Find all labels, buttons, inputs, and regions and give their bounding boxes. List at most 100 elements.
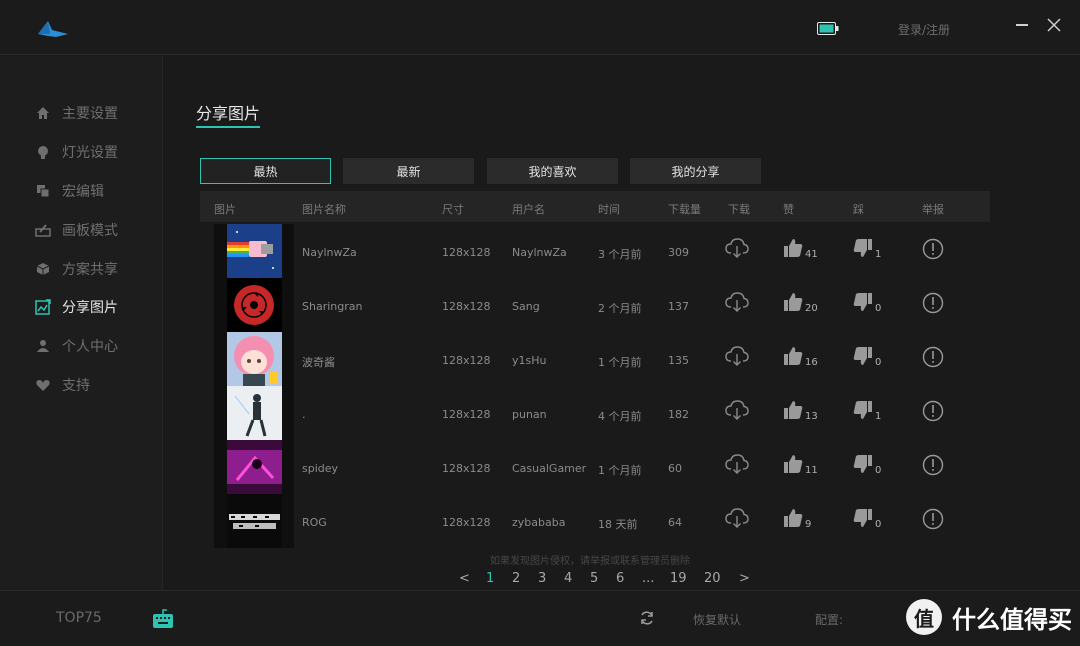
- tab-newest[interactable]: 最新: [343, 158, 474, 184]
- report-icon[interactable]: [922, 346, 944, 368]
- username: zybababa: [512, 516, 566, 529]
- thumbs-up-icon: [783, 401, 803, 424]
- pagination-prev[interactable]: <: [459, 571, 470, 586]
- upload-time: 1 个月前: [598, 464, 642, 477]
- close-icon[interactable]: [1046, 17, 1062, 33]
- dislike-count: 0: [875, 519, 882, 530]
- thumbnail-cell: [214, 494, 294, 548]
- thumbnail-cell: [214, 440, 294, 494]
- sidebar-item-support[interactable]: 支持: [34, 374, 90, 396]
- thumbnail-cell: [214, 224, 294, 278]
- image-thumbnail[interactable]: [227, 494, 282, 548]
- image-thumbnail[interactable]: [227, 386, 282, 440]
- dislike-button[interactable]: 0: [853, 454, 893, 480]
- title-bar: 登录/注册: [0, 0, 1080, 55]
- cloud-download-icon[interactable]: [725, 400, 751, 422]
- download-count: 60: [668, 462, 682, 475]
- cloud-download-icon[interactable]: [725, 346, 751, 368]
- pagination-page[interactable]: 19: [670, 571, 687, 586]
- image-name: Sharingran: [302, 300, 363, 313]
- thumbs-up-icon: [783, 455, 803, 478]
- column-header-download: 下载: [728, 203, 750, 216]
- thumbs-down-icon: [853, 455, 873, 478]
- report-icon[interactable]: [922, 454, 944, 476]
- device-name: TOP75: [56, 610, 102, 626]
- table-row: spidey 128x128 CasualGamer 1 个月前 60 11 0: [200, 440, 990, 494]
- report-icon[interactable]: [922, 508, 944, 530]
- minimize-icon[interactable]: [1016, 14, 1030, 34]
- username: CasualGamer: [512, 462, 587, 475]
- user-icon: [34, 337, 52, 355]
- pagination-page[interactable]: 3: [538, 571, 546, 586]
- sidebar-item-drawing-board[interactable]: 画板模式: [34, 219, 118, 241]
- report-icon[interactable]: [922, 238, 944, 260]
- cloud-download-icon[interactable]: [725, 292, 751, 314]
- thumbs-up-icon: [783, 347, 803, 370]
- thumbs-down-icon: [853, 347, 873, 370]
- pagination-page[interactable]: 2: [512, 571, 520, 586]
- reset-default-button[interactable]: 恢复默认: [693, 611, 741, 628]
- report-icon[interactable]: [922, 400, 944, 422]
- like-button[interactable]: 41: [783, 238, 823, 264]
- sidebar-item-label: 方案共享: [62, 262, 118, 278]
- watermark-badge: 值: [906, 599, 942, 635]
- tab-hottest[interactable]: 最热: [200, 158, 331, 184]
- table-header: 图片 图片名称 尺寸 用户名 时间 下载量 下载 赞 踩 举报: [200, 191, 990, 222]
- like-count: 11: [805, 465, 818, 476]
- dislike-button[interactable]: 1: [853, 400, 893, 426]
- like-button[interactable]: 16: [783, 346, 823, 372]
- sidebar-item-label: 灯光设置: [62, 145, 118, 161]
- pagination-page[interactable]: 6: [616, 571, 624, 586]
- like-button[interactable]: 11: [783, 454, 823, 480]
- dislike-count: 0: [875, 303, 882, 314]
- column-header-dislike: 踩: [853, 203, 864, 216]
- image-thumbnail[interactable]: [227, 440, 282, 494]
- pagination-page[interactable]: 20: [704, 571, 721, 586]
- login-register-link[interactable]: 登录/注册: [898, 21, 950, 38]
- refresh-icon[interactable]: [639, 610, 655, 626]
- column-header-image: 图片: [214, 203, 236, 216]
- tab-my-shares[interactable]: 我的分享: [630, 158, 761, 184]
- table-row: 波奇酱 128x128 y1sHu 1 个月前 135 16 0: [200, 332, 990, 386]
- sidebar-item-main-settings[interactable]: 主要设置: [34, 102, 118, 124]
- home-icon: [34, 104, 52, 122]
- sidebar-item-label: 画板模式: [62, 223, 118, 239]
- sidebar-item-personal-center[interactable]: 个人中心: [34, 335, 118, 357]
- pagination-page[interactable]: 1: [486, 571, 494, 586]
- dislike-button[interactable]: 1: [853, 238, 893, 264]
- watermark-text: 什么值得买: [952, 605, 1072, 634]
- sidebar-item-lighting[interactable]: 灯光设置: [34, 141, 118, 163]
- thumbnail-cell: [214, 332, 294, 386]
- pagination-next[interactable]: >: [739, 571, 750, 586]
- username: punan: [512, 408, 547, 421]
- image-thumbnail[interactable]: [227, 224, 282, 278]
- upload-time: 18 天前: [598, 518, 638, 531]
- like-count: 20: [805, 303, 818, 314]
- sidebar-item-label: 分享图片: [62, 300, 118, 316]
- image-thumbnail[interactable]: [227, 332, 282, 386]
- report-icon[interactable]: [922, 292, 944, 314]
- pagination-page[interactable]: 4: [564, 571, 572, 586]
- sidebar-item-scheme-share[interactable]: 方案共享: [34, 258, 118, 280]
- cloud-download-icon[interactable]: [725, 454, 751, 476]
- sidebar-item-label: 支持: [62, 378, 90, 394]
- like-button[interactable]: 13: [783, 400, 823, 426]
- image-name: NaylnwZa: [302, 246, 357, 259]
- sidebar-item-macro[interactable]: 宏编辑: [34, 180, 104, 202]
- keyboard-icon[interactable]: [152, 608, 174, 630]
- dislike-button[interactable]: 0: [853, 346, 893, 372]
- bulb-icon: [34, 143, 52, 161]
- like-button[interactable]: 20: [783, 292, 823, 318]
- cloud-download-icon[interactable]: [725, 508, 751, 530]
- image-thumbnail[interactable]: [227, 278, 282, 332]
- pagination-page[interactable]: 5: [590, 571, 598, 586]
- dislike-button[interactable]: 0: [853, 508, 893, 534]
- dislike-button[interactable]: 0: [853, 292, 893, 318]
- column-header-size: 尺寸: [442, 203, 464, 216]
- tab-my-likes[interactable]: 我的喜欢: [487, 158, 618, 184]
- like-button[interactable]: 9: [783, 508, 823, 534]
- cloud-download-icon[interactable]: [725, 238, 751, 260]
- sidebar-item-share-images[interactable]: 分享图片: [34, 296, 118, 318]
- config-label: 配置:: [815, 613, 844, 627]
- thumbs-up-icon: [783, 293, 803, 316]
